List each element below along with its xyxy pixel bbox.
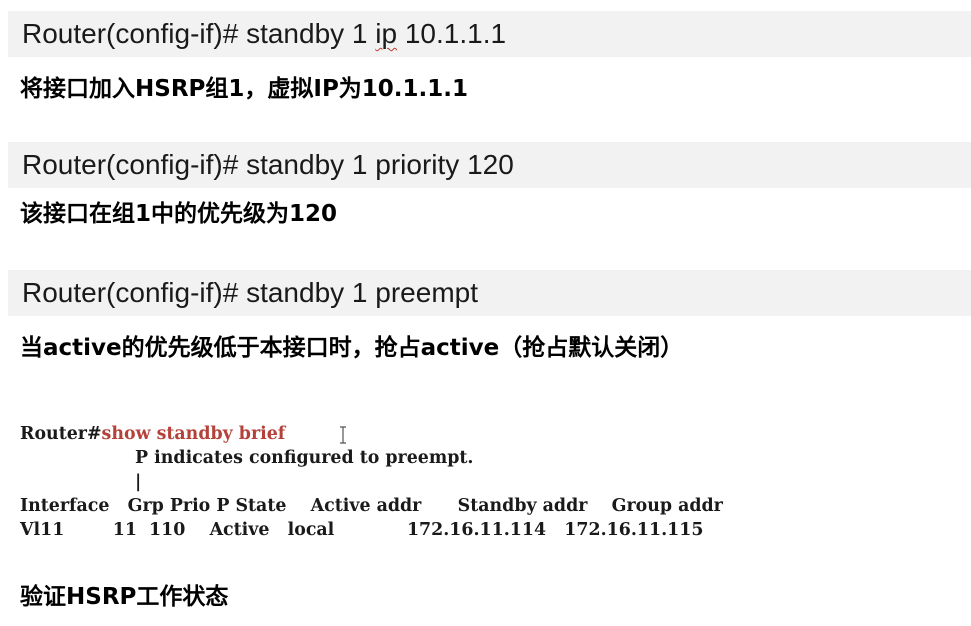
cli-table-row: Vl11 11 110 Active local 172.16.11.114 1… bbox=[20, 520, 704, 540]
description-1: 将接口加入HSRP组1，虚拟IP为10.1.1.1 bbox=[20, 76, 469, 102]
spellcheck-marked-word: ip bbox=[375, 18, 398, 49]
description-2: 该接口在组1中的优先级为120 bbox=[20, 201, 338, 227]
cli-table-header: Interface Grp Prio P State Active addr S… bbox=[20, 496, 723, 516]
command-suffix: 10.1.1.1 bbox=[397, 18, 507, 49]
command-prefix: Router(config-if)# standby 1 bbox=[22, 18, 376, 49]
description-3: 当active的优先级低于本接口时，抢占active（抢占默认关闭） bbox=[20, 335, 684, 361]
cli-note-line: P indicates configured to preempt. bbox=[20, 448, 474, 468]
cli-prompt: Router# bbox=[20, 424, 102, 444]
cli-command: show standby brief bbox=[101, 424, 286, 444]
footer-caption: 验证HSRP工作状态 bbox=[20, 584, 229, 610]
cli-command-line: Router#show standby brief bbox=[20, 422, 285, 446]
command-text-2: Router(config-if)# standby 1 priority 12… bbox=[22, 149, 514, 180]
command-text-1: Router(config-if)# standby 1 ip 10.1.1.1 bbox=[22, 16, 506, 52]
command-text-3: Router(config-if)# standby 1 preempt bbox=[22, 277, 478, 308]
cli-pipe-line: | bbox=[20, 472, 142, 492]
text-cursor-icon bbox=[340, 426, 346, 444]
